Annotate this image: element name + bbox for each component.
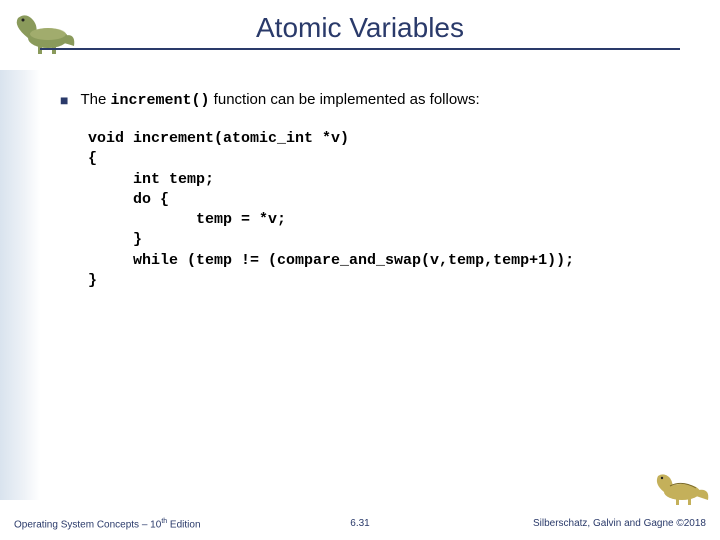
bullet-text: The increment() function can be implemen…	[80, 90, 479, 111]
slide-footer: Operating System Concepts – 10th Edition…	[0, 518, 720, 530]
footer-left: Operating System Concepts – 10th Edition	[14, 518, 201, 530]
dinosaur-icon	[652, 466, 712, 506]
footer-page-number: 6.31	[350, 518, 369, 529]
bullet-text-before: The	[80, 91, 110, 108]
slide-header: Atomic Variables	[0, 12, 720, 50]
bullet-marker-icon: ■	[60, 90, 68, 110]
footer-right: Silberschatz, Galvin and Gagne ©2018	[533, 518, 706, 529]
bullet-item: ■ The increment() function can be implem…	[60, 90, 700, 111]
slide-content: ■ The increment() function can be implem…	[60, 90, 700, 291]
footer-left-prefix: Operating System Concepts – 10	[14, 519, 161, 530]
inline-code: increment()	[110, 92, 209, 109]
slide-title: Atomic Variables	[0, 12, 720, 44]
bullet-text-after: function can be implemented as follows:	[210, 91, 480, 108]
sidebar-gradient	[0, 70, 40, 500]
header-rule	[40, 48, 680, 50]
footer-left-suffix: Edition	[167, 519, 200, 530]
slide: Atomic Variables ■ The increment() funct…	[0, 0, 720, 540]
code-block: void increment(atomic_int *v) { int temp…	[88, 129, 700, 291]
